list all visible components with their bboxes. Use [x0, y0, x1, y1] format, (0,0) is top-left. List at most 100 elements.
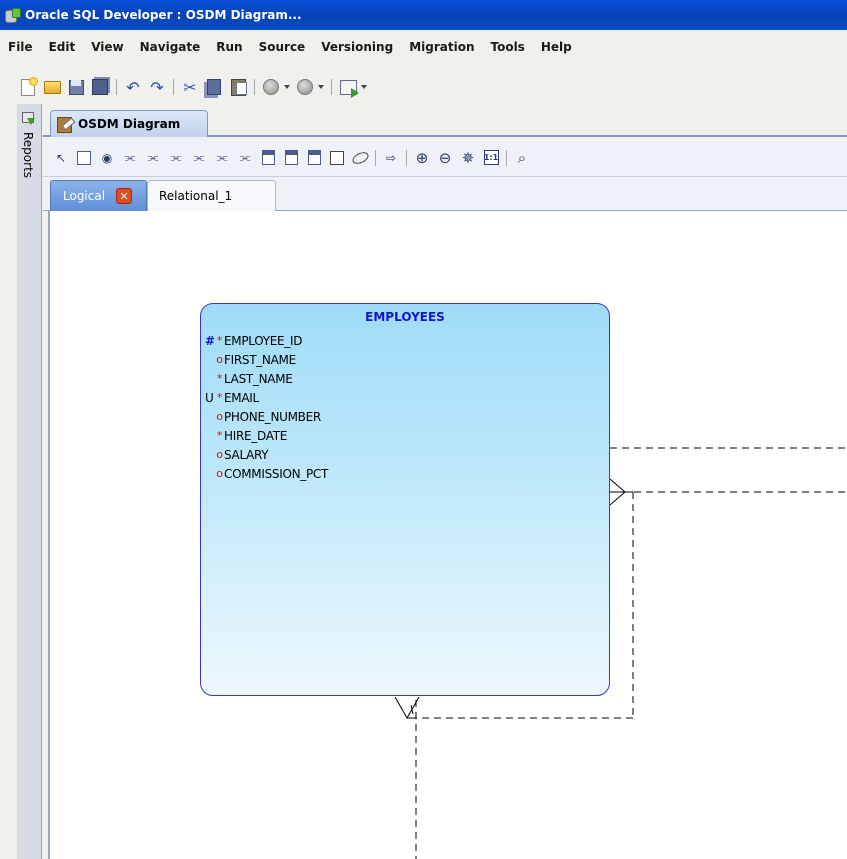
pointer-icon: ↖ — [55, 150, 67, 165]
primary-key-marker: # — [205, 333, 215, 348]
reports-side-panel[interactable]: Reports — [17, 104, 42, 859]
back-dropdown-arrow[interactable] — [284, 85, 290, 89]
attribute-row[interactable]: # * EMPLOYEE_ID — [205, 331, 328, 350]
menu-tools[interactable]: Tools — [482, 40, 532, 54]
diagram-toolbar: ↖ ◉ ⫘ ⫘ ⫘ ⫘ ⫘ ⫘ ⇨ ⊕ ⊖ ✵ 1:1 ⌕ — [43, 139, 847, 177]
paste-icon — [230, 78, 246, 96]
find-button[interactable]: ⌕ — [513, 149, 531, 167]
attribute-row[interactable]: * LAST_NAME — [205, 369, 328, 388]
new-entity-button[interactable] — [75, 149, 93, 167]
forward-button[interactable] — [295, 77, 315, 97]
zoom-out-button[interactable]: ⊖ — [436, 149, 454, 167]
copy-button[interactable] — [204, 77, 224, 97]
save-button[interactable] — [66, 77, 86, 97]
menu-help[interactable]: Help — [533, 40, 580, 54]
actual-size-icon: 1:1 — [483, 150, 499, 165]
new-ellipse-button[interactable] — [350, 149, 370, 167]
zoom-in-button[interactable]: ⊕ — [413, 149, 431, 167]
tab-logical[interactable]: Logical ✕ — [50, 180, 147, 211]
forward-dropdown-arrow[interactable] — [318, 85, 324, 89]
menu-source[interactable]: Source — [251, 40, 314, 54]
tab-relational-label: Relational_1 — [159, 189, 233, 203]
undo-button[interactable]: ↶ — [123, 77, 143, 97]
relation-1n-icon: ⫘ — [124, 150, 136, 164]
select-tool-button[interactable]: ↖ — [52, 149, 70, 167]
relation-11-button[interactable]: ⫘ — [167, 149, 185, 167]
menu-migration[interactable]: Migration — [401, 40, 482, 54]
new-note-button[interactable] — [328, 149, 346, 167]
attribute-row[interactable]: o COMMISSION_PCT — [205, 464, 328, 483]
open-folder-icon — [43, 80, 61, 94]
menu-versioning[interactable]: Versioning — [313, 40, 401, 54]
attribute-row[interactable]: * HIRE_DATE — [205, 426, 328, 445]
unique-key-marker: U — [205, 390, 214, 405]
attribute-row[interactable]: o PHONE_NUMBER — [205, 407, 328, 426]
open-button[interactable] — [42, 77, 62, 97]
mandatory-marker: * — [216, 429, 223, 442]
toolbar-separator — [116, 79, 117, 95]
diagram-toolbar-separator — [406, 149, 407, 166]
new-supertype-button[interactable] — [305, 149, 323, 167]
attribute-row[interactable]: U * EMAIL — [205, 388, 328, 407]
sql-worksheet-dropdown-arrow[interactable] — [361, 85, 367, 89]
engineer-button[interactable]: ⇨ — [382, 149, 400, 167]
mandatory-marker: * — [216, 372, 223, 385]
entity-title: EMPLOYEES — [365, 310, 445, 324]
attribute-row[interactable]: o SALARY — [205, 445, 328, 464]
toolbar-separator — [331, 79, 332, 95]
attribute-name: HIRE_DATE — [224, 428, 288, 443]
model-tab-bar: Logical ✕ Relational_1 — [43, 177, 847, 211]
relation-bend-button[interactable]: ⫘ — [236, 149, 254, 167]
redo-button[interactable]: ↷ — [147, 77, 167, 97]
save-all-icon — [92, 79, 108, 95]
actual-size-button[interactable]: 1:1 — [482, 149, 500, 167]
tab-relational-1[interactable]: Relational_1 — [147, 180, 276, 211]
window-title: Oracle SQL Developer : OSDM Diagram... — [25, 8, 302, 22]
engineer-arrow-icon: ⇨ — [385, 150, 397, 165]
menu-edit[interactable]: Edit — [41, 40, 84, 54]
fit-screen-button[interactable]: ✵ — [459, 149, 477, 167]
toolbar-separator — [254, 79, 255, 95]
close-tab-icon[interactable]: ✕ — [116, 188, 133, 204]
new-button[interactable] — [18, 77, 38, 97]
diagram-toolbar-separator — [375, 149, 376, 166]
attribute-name: SALARY — [224, 447, 269, 462]
new-file-icon — [21, 78, 35, 96]
attribute-name: EMAIL — [224, 390, 259, 405]
menu-file[interactable]: File — [3, 40, 41, 54]
attribute-name: PHONE_NUMBER — [224, 409, 321, 424]
main-toolbar: ↶ ↷ ✂ — [0, 72, 847, 102]
cut-button[interactable]: ✂ — [180, 77, 200, 97]
ellipse-icon — [350, 149, 370, 166]
back-icon — [263, 79, 279, 95]
sql-developer-app-icon — [4, 7, 21, 23]
relation-1n-identifying-button[interactable]: ⫘ — [144, 149, 162, 167]
relation-1n-button[interactable]: ⫘ — [121, 149, 139, 167]
diagram-canvas[interactable]: EMPLOYEES # * EMPLOYEE_ID o FIRST_NAME *… — [48, 211, 847, 859]
menu-navigate[interactable]: Navigate — [132, 40, 209, 54]
window-title-bar: Oracle SQL Developer : OSDM Diagram... — [0, 0, 847, 30]
attribute-row[interactable]: o FIRST_NAME — [205, 350, 328, 369]
entity-attribute-list: # * EMPLOYEE_ID o FIRST_NAME * LAST_NAME… — [205, 331, 328, 483]
entity-employees[interactable]: EMPLOYEES # * EMPLOYEE_ID o FIRST_NAME *… — [200, 303, 610, 696]
save-all-button[interactable] — [90, 77, 110, 97]
optional-marker: o — [216, 467, 223, 480]
tab-osdm-diagram[interactable]: OSDM Diagram — [50, 110, 208, 137]
paste-button[interactable] — [228, 77, 248, 97]
fit-screen-icon: ✵ — [461, 148, 475, 167]
relation-mn-button[interactable]: ⫘ — [190, 149, 208, 167]
sql-worksheet-button[interactable] — [338, 77, 358, 97]
relation-arc-button[interactable]: ⫘ — [213, 149, 231, 167]
new-subtype-button[interactable] — [282, 149, 300, 167]
cut-icon: ✂ — [183, 77, 197, 97]
new-view-button[interactable]: ◉ — [98, 149, 116, 167]
new-table-button[interactable] — [259, 149, 277, 167]
view-eye-icon: ◉ — [101, 150, 113, 165]
diagram-icon — [57, 116, 74, 133]
relation-identifying-icon: ⫘ — [147, 150, 159, 164]
menu-view[interactable]: View — [83, 40, 131, 54]
diagram-toolbar-separator — [506, 149, 507, 166]
menu-run[interactable]: Run — [208, 40, 250, 54]
reports-tab-label[interactable]: Reports — [21, 132, 35, 178]
back-button[interactable] — [261, 77, 281, 97]
